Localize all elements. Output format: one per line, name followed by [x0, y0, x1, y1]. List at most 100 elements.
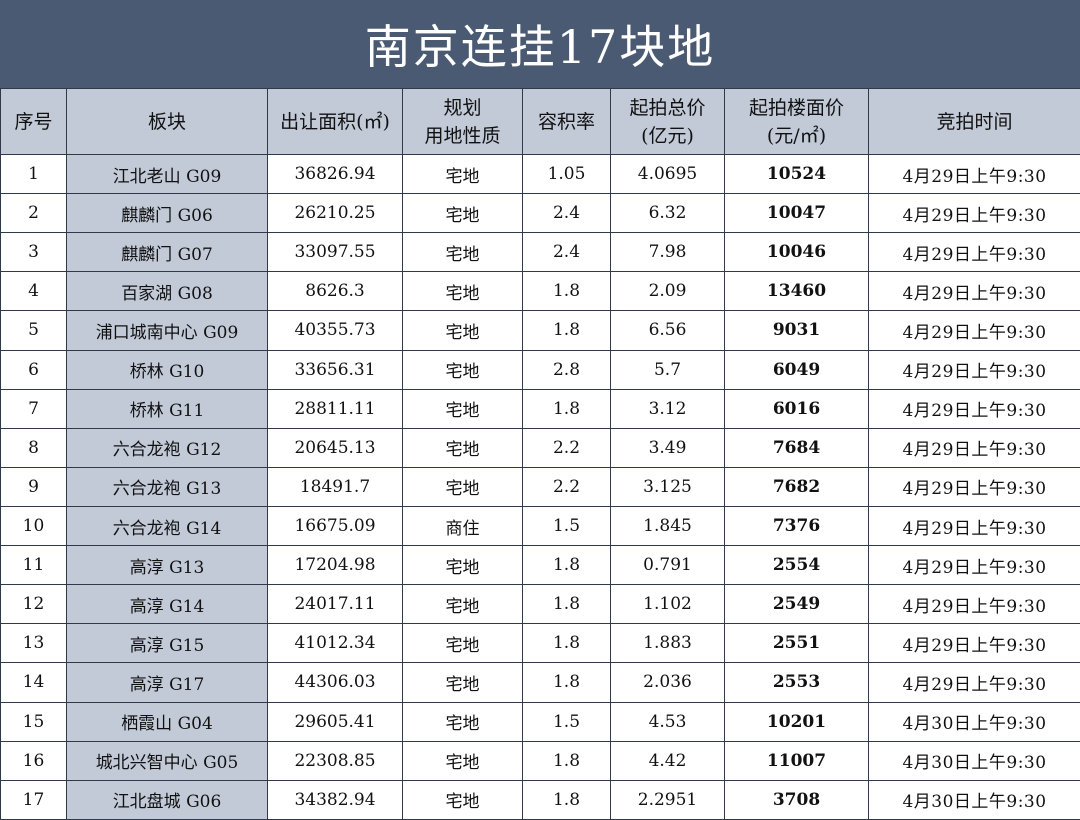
header-floor-price-line2: (元/㎡)	[766, 124, 827, 147]
cell-far: 1.8	[522, 545, 611, 586]
cell-block: 六合龙袍 G12	[66, 427, 268, 468]
cell-far: 1.05	[522, 153, 611, 195]
cell-use: 宅地	[402, 271, 523, 312]
header-row: 序号 板块 出让面积(㎡) 规划 用地性质 容积率 起拍总价 (亿元) 起拍楼面…	[0, 88, 1080, 155]
cell-time: 4月29日上午9:30	[868, 388, 1080, 429]
cell-floor-price: 2553	[724, 662, 869, 703]
cell-far: 1.8	[522, 740, 611, 781]
cell-block: 桥林 G11	[66, 388, 268, 429]
cell-area: 44306.03	[267, 662, 403, 703]
table-row: 7 桥林 G11 28811.11 宅地 1.8 3.12 6016 4月29日…	[0, 388, 1080, 429]
cell-start-total: 2.2951	[610, 779, 725, 820]
cell-area: 34382.94	[267, 779, 403, 820]
cell-far: 2.2	[522, 427, 611, 468]
cell-use: 商住	[402, 505, 523, 547]
cell-use: 宅地	[402, 466, 523, 507]
cell-use: 宅地	[402, 701, 523, 742]
cell-start-total: 0.791	[610, 545, 725, 586]
cell-area: 22308.85	[267, 740, 403, 781]
cell-use: 宅地	[402, 623, 523, 664]
cell-idx: 5	[0, 310, 67, 351]
table-row: 15 栖霞山 G04 29605.41 宅地 1.5 4.53 10201 4月…	[0, 701, 1080, 742]
cell-area: 28811.11	[267, 388, 403, 429]
cell-block: 栖霞山 G04	[66, 701, 268, 742]
cell-far: 1.8	[522, 310, 611, 351]
cell-use: 宅地	[402, 349, 523, 390]
cell-far: 2.4	[522, 232, 611, 273]
cell-start-total: 1.102	[610, 584, 725, 625]
cell-use: 宅地	[402, 662, 523, 703]
cell-far: 1.8	[522, 662, 611, 703]
cell-use: 宅地	[402, 545, 523, 586]
cell-block: 高淳 G15	[66, 623, 268, 664]
cell-idx: 3	[0, 232, 67, 273]
cell-idx: 17	[0, 779, 67, 820]
cell-far: 1.8	[522, 271, 611, 312]
cell-idx: 14	[0, 662, 67, 703]
cell-time: 4月30日上午9:30	[868, 740, 1080, 781]
cell-time: 4月29日上午9:30	[868, 466, 1080, 507]
cell-block: 百家湖 G08	[66, 271, 268, 312]
cell-block: 高淳 G17	[66, 662, 268, 703]
cell-start-total: 3.12	[610, 388, 725, 429]
cell-use: 宅地	[402, 388, 523, 429]
cell-far: 1.8	[522, 388, 611, 429]
land-auction-sheet: 南京连挂17块地 序号 板块 出让面积(㎡) 规划 用地性质 容积率 起拍总价 …	[0, 0, 1080, 820]
cell-start-total: 2.09	[610, 271, 725, 312]
cell-start-total: 5.7	[610, 349, 725, 390]
cell-floor-price: 7684	[724, 427, 869, 468]
cell-idx: 1	[0, 153, 67, 195]
cell-floor-price: 2554	[724, 545, 869, 586]
cell-use: 宅地	[402, 584, 523, 625]
cell-block: 高淳 G13	[66, 545, 268, 586]
cell-time: 4月29日上午9:30	[868, 623, 1080, 664]
cell-time: 4月29日上午9:30	[868, 584, 1080, 625]
cell-floor-price: 13460	[724, 271, 869, 312]
table-row: 13 高淳 G15 41012.34 宅地 1.8 1.883 2551 4月2…	[0, 623, 1080, 664]
cell-area: 40355.73	[267, 310, 403, 351]
cell-block: 麒麟门 G06	[66, 193, 268, 234]
table-row: 9 六合龙袍 G13 18491.7 宅地 2.2 3.125 7682 4月2…	[0, 466, 1080, 507]
cell-far: 2.2	[522, 466, 611, 507]
cell-time: 4月29日上午9:30	[868, 271, 1080, 312]
cell-start-total: 4.53	[610, 701, 725, 742]
cell-far: 1.8	[522, 623, 611, 664]
cell-floor-price: 10046	[724, 232, 869, 273]
cell-block: 六合龙袍 G14	[66, 505, 268, 547]
header-time: 竞拍时间	[868, 88, 1080, 155]
cell-far: 2.8	[522, 349, 611, 390]
cell-use: 宅地	[402, 153, 523, 195]
cell-floor-price: 7682	[724, 466, 869, 507]
cell-idx: 7	[0, 388, 67, 429]
cell-start-total: 6.56	[610, 310, 725, 351]
cell-start-total: 4.42	[610, 740, 725, 781]
table-row: 5 浦口城南中心 G09 40355.73 宅地 1.8 6.56 9031 4…	[0, 310, 1080, 351]
table-row: 11 高淳 G13 17204.98 宅地 1.8 0.791 2554 4月2…	[0, 545, 1080, 586]
cell-use: 宅地	[402, 427, 523, 468]
header-area: 出让面积(㎡)	[267, 88, 403, 155]
table-row: 17 江北盘城 G06 34382.94 宅地 1.8 2.2951 3708 …	[0, 779, 1080, 820]
table-row: 2 麒麟门 G06 26210.25 宅地 2.4 6.32 10047 4月2…	[0, 193, 1080, 234]
cell-time: 4月29日上午9:30	[868, 232, 1080, 273]
cell-idx: 11	[0, 545, 67, 586]
cell-floor-price: 2551	[724, 623, 869, 664]
cell-time: 4月29日上午9:30	[868, 193, 1080, 234]
table-row: 1 江北老山 G09 36826.94 宅地 1.05 4.0695 10524…	[0, 153, 1080, 195]
land-table: 序号 板块 出让面积(㎡) 规划 用地性质 容积率 起拍总价 (亿元) 起拍楼面…	[0, 88, 1080, 820]
cell-idx: 2	[0, 193, 67, 234]
cell-start-total: 1.845	[610, 505, 725, 547]
cell-block: 江北盘城 G06	[66, 779, 268, 820]
cell-time: 4月30日上午9:30	[868, 779, 1080, 820]
cell-area: 20645.13	[267, 427, 403, 468]
table-row: 16 城北兴智中心 G05 22308.85 宅地 1.8 4.42 11007…	[0, 740, 1080, 781]
cell-time: 4月29日上午9:30	[868, 662, 1080, 703]
cell-block: 浦口城南中心 G09	[66, 310, 268, 351]
header-idx: 序号	[0, 88, 67, 155]
cell-block: 麒麟门 G07	[66, 232, 268, 273]
cell-idx: 16	[0, 740, 67, 781]
table-row: 10 六合龙袍 G14 16675.09 商住 1.5 1.845 7376 4…	[0, 505, 1080, 547]
cell-floor-price: 11007	[724, 740, 869, 781]
table-row: 6 桥林 G10 33656.31 宅地 2.8 5.7 6049 4月29日上…	[0, 349, 1080, 390]
cell-block: 桥林 G10	[66, 349, 268, 390]
cell-far: 1.8	[522, 779, 611, 820]
